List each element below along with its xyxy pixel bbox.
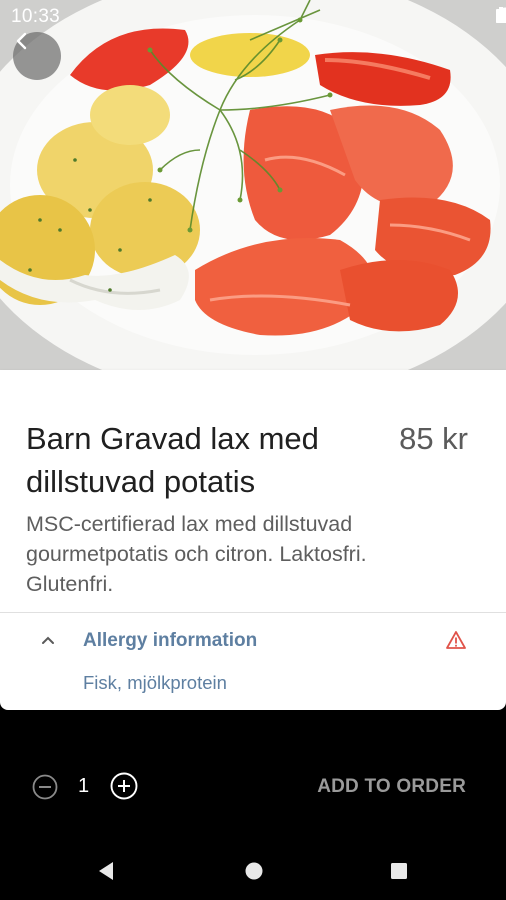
- product-price: 85 kr: [399, 421, 468, 456]
- arrow-back-icon: [16, 32, 27, 50]
- product-card: Barn Gravad lax med dillstuvad potatis 8…: [0, 370, 506, 710]
- product-title: Barn Gravad lax med dillstuvad potatis: [26, 421, 319, 499]
- allergy-content: Fisk, mjölkprotein: [83, 672, 227, 693]
- add-to-order-button[interactable]: ADD TO ORDER: [317, 776, 466, 798]
- status-bar: 10:33: [0, 0, 506, 32]
- nav-home-icon[interactable]: [244, 861, 264, 881]
- minus-circle-icon[interactable]: [32, 774, 58, 800]
- nav-recents-icon[interactable]: [390, 862, 408, 880]
- plus-circle-icon[interactable]: [110, 772, 138, 800]
- warning-icon: [446, 631, 466, 649]
- order-bar: 1 ADD TO ORDER: [0, 733, 506, 840]
- chevron-up-icon[interactable]: [39, 630, 57, 650]
- product-description: MSC-certifierad lax med dillstuvad gourm…: [26, 512, 367, 596]
- battery-icon: [496, 7, 506, 23]
- back-button[interactable]: [13, 32, 61, 80]
- hero-image: 10:33: [0, 0, 506, 370]
- nav-back-icon[interactable]: [96, 861, 116, 881]
- status-time: 10:33: [11, 6, 61, 27]
- allergy-title[interactable]: Allergy information: [83, 630, 257, 652]
- food-illustration: [0, 0, 506, 370]
- system-nav-bar: [0, 840, 506, 900]
- quantity-value: 1: [78, 775, 90, 797]
- divider: [0, 612, 506, 613]
